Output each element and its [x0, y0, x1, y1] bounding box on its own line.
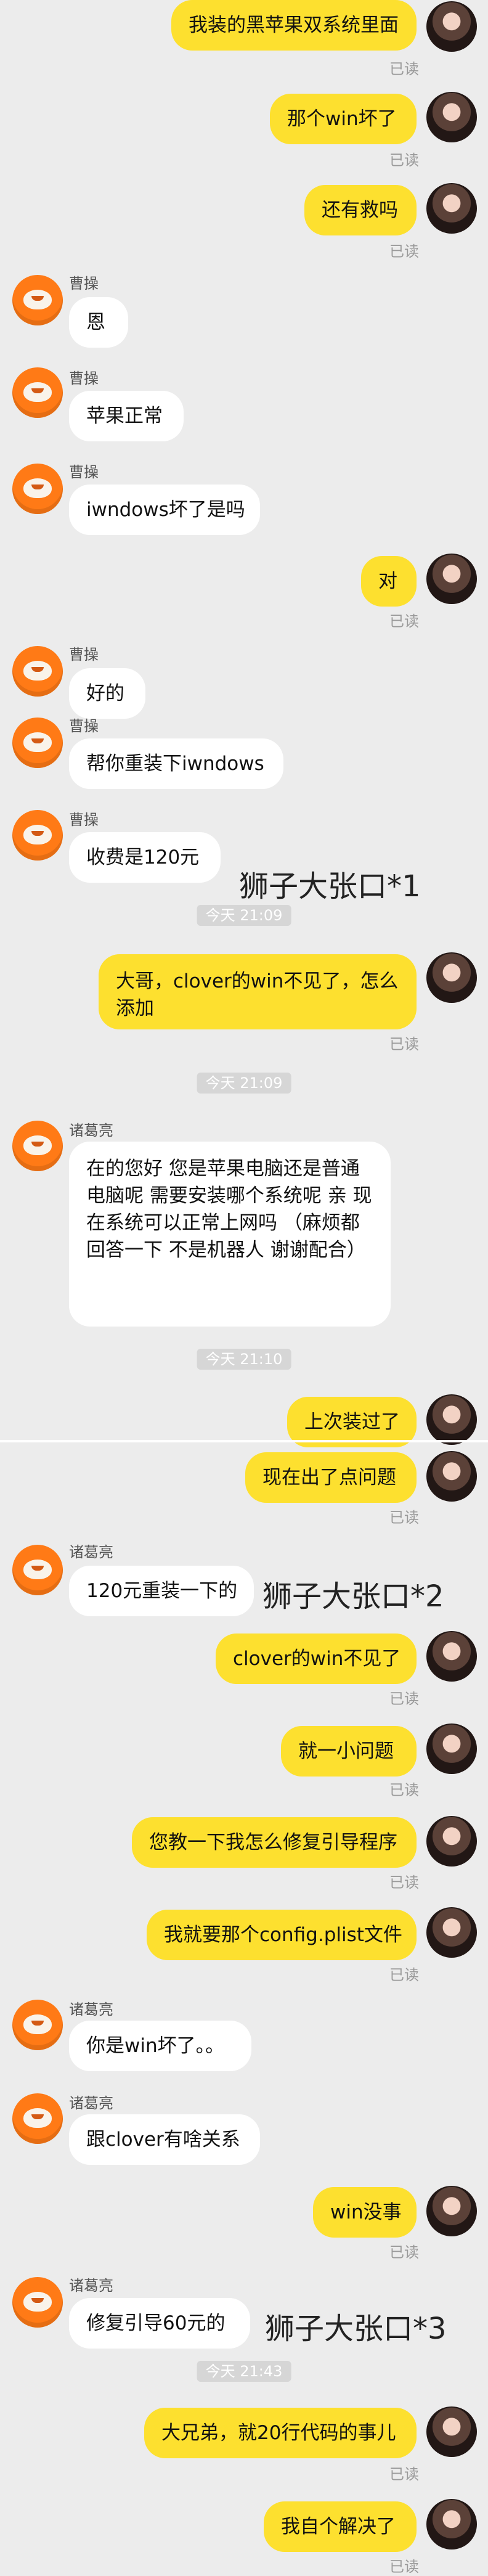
user-avatar[interactable]	[426, 1631, 477, 1682]
contact-avatar[interactable]	[12, 367, 63, 418]
user-avatar[interactable]	[426, 1816, 477, 1867]
message-bubble-outgoing[interactable]: 我就要那个config.plist文件	[147, 1910, 417, 1960]
contact-avatar[interactable]	[12, 718, 63, 768]
user-avatar[interactable]	[426, 554, 477, 604]
message-bubble-incoming[interactable]: 帮你重装下iwndows	[69, 738, 283, 789]
message-bubble-incoming[interactable]: 恩	[69, 297, 128, 348]
annotation-text: 狮子大张口*2	[262, 1579, 444, 1614]
user-avatar[interactable]	[426, 1394, 477, 1445]
message-bubble-incoming[interactable]: 收费是120元	[69, 832, 221, 883]
contact-avatar[interactable]	[12, 464, 63, 514]
contact-avatar[interactable]	[12, 275, 63, 325]
sender-name: 曹操	[69, 718, 99, 735]
message-bubble-outgoing[interactable]: 您教一下我怎么修复引导程序	[132, 1817, 417, 1868]
message-bubble-incoming[interactable]: 好的	[69, 668, 145, 719]
read-status: 已读	[389, 243, 419, 260]
sender-name: 诸葛亮	[69, 1544, 113, 1561]
contact-avatar[interactable]	[12, 1545, 63, 1595]
message-bubble-outgoing[interactable]: win没事	[313, 2187, 417, 2238]
user-avatar[interactable]	[426, 1907, 477, 1958]
contact-avatar[interactable]	[12, 810, 63, 861]
sender-name: 曹操	[69, 275, 99, 292]
timestamp-separator: 今天 21:10	[197, 1349, 291, 1370]
message-bubble-outgoing[interactable]: 现在出了点问题	[245, 1452, 417, 1503]
user-avatar[interactable]	[426, 2186, 477, 2236]
sender-name: 诸葛亮	[69, 2001, 113, 2018]
message-bubble-outgoing[interactable]: 那个win坏了	[270, 94, 417, 144]
message-bubble-incoming[interactable]: 你是win坏了。。	[69, 2021, 251, 2071]
message-bubble-outgoing[interactable]: 对	[361, 556, 417, 607]
read-status: 已读	[389, 152, 419, 169]
user-avatar[interactable]	[426, 2406, 477, 2457]
sender-name: 曹操	[69, 370, 99, 387]
sender-name: 诸葛亮	[69, 1122, 113, 1139]
message-bubble-outgoing[interactable]: 大兄弟，就20行代码的事儿	[144, 2408, 417, 2458]
annotation-text: 狮子大张口*1	[239, 869, 421, 904]
read-status: 已读	[389, 1036, 419, 1053]
section-divider	[0, 1440, 488, 1442]
read-status: 已读	[389, 1781, 419, 1799]
user-avatar[interactable]	[426, 952, 477, 1003]
message-bubble-incoming[interactable]: 跟clover有啥关系	[69, 2114, 260, 2165]
sender-name: 诸葛亮	[69, 2095, 113, 2112]
sender-name: 曹操	[69, 464, 99, 481]
read-status: 已读	[389, 1874, 419, 1891]
contact-avatar[interactable]	[12, 2000, 63, 2050]
message-bubble-outgoing[interactable]: 还有救吗	[304, 185, 417, 235]
message-bubble-incoming[interactable]: iwndows坏了是吗	[69, 485, 260, 535]
read-status: 已读	[389, 2558, 419, 2575]
message-bubble-outgoing[interactable]: 大哥，clover的win不见了，怎么添加	[99, 954, 417, 1029]
read-status: 已读	[389, 2466, 419, 2483]
read-status: 已读	[389, 60, 419, 78]
contact-avatar[interactable]	[12, 2277, 63, 2328]
user-avatar[interactable]	[426, 183, 477, 234]
read-status: 已读	[389, 1966, 419, 1984]
contact-avatar[interactable]	[12, 646, 63, 697]
user-avatar[interactable]	[426, 1, 477, 52]
message-bubble-outgoing[interactable]: 我自个解决了	[264, 2501, 417, 2552]
user-avatar[interactable]	[426, 1451, 477, 1502]
message-bubble-outgoing[interactable]: 我装的黑苹果双系统里面	[171, 0, 417, 51]
message-bubble-incoming[interactable]: 修复引导60元的	[69, 2298, 250, 2349]
read-status: 已读	[389, 2244, 419, 2261]
message-bubble-outgoing[interactable]: 就一小问题	[281, 1726, 417, 1777]
annotation-text: 狮子大张口*3	[265, 2312, 447, 2346]
timestamp-separator: 今天 21:43	[197, 2361, 291, 2382]
message-bubble-incoming[interactable]: 在的您好 您是苹果电脑还是普通电脑呢 需要安装哪个系统呢 亲 现在系统可以正常上…	[69, 1142, 391, 1327]
message-bubble-outgoing[interactable]: clover的win不见了	[216, 1634, 417, 1684]
contact-avatar[interactable]	[12, 1121, 63, 1171]
read-status: 已读	[389, 1690, 419, 1707]
read-status: 已读	[389, 1509, 419, 1526]
timestamp-separator: 今天 21:09	[197, 1073, 291, 1094]
read-status: 已读	[389, 613, 419, 630]
user-avatar[interactable]	[426, 2499, 477, 2549]
user-avatar[interactable]	[426, 92, 477, 142]
sender-name: 曹操	[69, 811, 99, 828]
sender-name: 曹操	[69, 646, 99, 663]
contact-avatar[interactable]	[12, 2093, 63, 2144]
user-avatar[interactable]	[426, 1723, 477, 1774]
timestamp-separator: 今天 21:09	[197, 905, 291, 926]
message-bubble-incoming[interactable]: 苹果正常	[69, 391, 184, 441]
message-bubble-incoming[interactable]: 120元重装一下的	[69, 1566, 254, 1616]
sender-name: 诸葛亮	[69, 2277, 113, 2294]
